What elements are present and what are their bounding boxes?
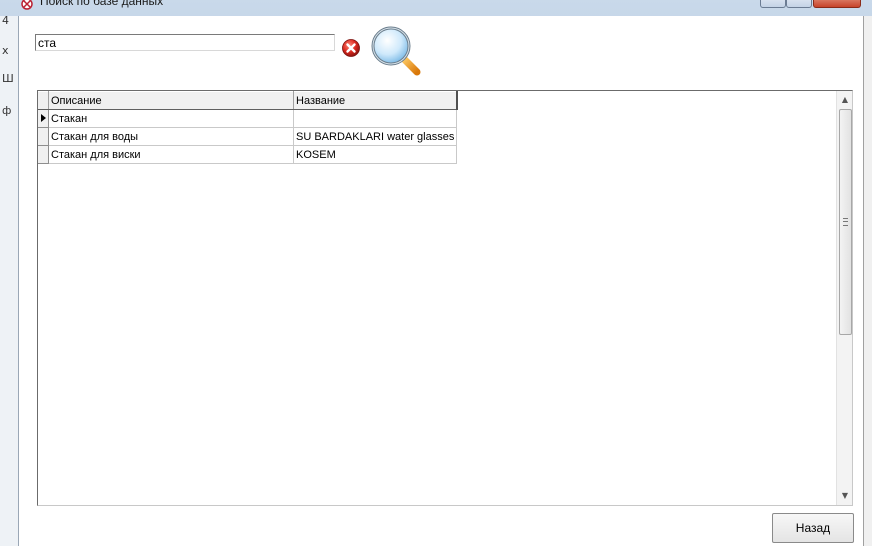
table-row[interactable]: Стакан bbox=[38, 109, 458, 128]
results-table: Описание Название Стакан Стакан для воды… bbox=[38, 91, 458, 164]
grid-header-row: Описание Название bbox=[38, 91, 458, 110]
window-title: Поиск по базе данных bbox=[40, 0, 164, 8]
table-row[interactable]: Стакан для воды SU BARDAKLARI water glas… bbox=[38, 127, 458, 146]
minimize-button[interactable] bbox=[760, 0, 786, 8]
clear-x-icon[interactable] bbox=[341, 38, 361, 58]
maximize-button[interactable] bbox=[786, 0, 812, 8]
cell-name[interactable] bbox=[293, 109, 458, 128]
cell-description[interactable]: Стакан bbox=[48, 109, 294, 128]
cell-description[interactable]: Стакан для воды bbox=[48, 127, 294, 146]
scroll-down-arrow-icon[interactable]: ▼ bbox=[837, 488, 852, 504]
column-header-name[interactable]: Название bbox=[293, 91, 458, 110]
magnifier-icon[interactable] bbox=[369, 24, 423, 78]
app-icon bbox=[21, 0, 33, 10]
bg-glyph: х bbox=[2, 44, 9, 57]
search-input[interactable] bbox=[35, 34, 335, 51]
dialog-client-area: Описание Название Стакан Стакан для воды… bbox=[18, 16, 864, 546]
close-button[interactable] bbox=[813, 0, 861, 8]
title-bar[interactable]: Поиск по базе данных bbox=[18, 0, 872, 16]
window-right-edge bbox=[863, 16, 872, 546]
cell-description[interactable]: Стакан для виски bbox=[48, 145, 294, 164]
row-indicator[interactable] bbox=[38, 109, 49, 128]
background-window-edge: 4 х Ш ф bbox=[0, 14, 19, 546]
current-row-arrow-icon bbox=[41, 114, 46, 122]
results-grid[interactable]: Описание Название Стакан Стакан для воды… bbox=[37, 90, 853, 506]
scroll-up-arrow-icon[interactable]: ▲ bbox=[837, 92, 852, 108]
column-header-description[interactable]: Описание bbox=[48, 91, 294, 110]
row-indicator[interactable] bbox=[38, 145, 49, 164]
cell-name[interactable]: KOSEM bbox=[293, 145, 458, 164]
back-button[interactable]: Назад bbox=[772, 513, 854, 543]
bg-glyph: 4 bbox=[2, 14, 9, 27]
vertical-scrollbar[interactable]: ▲ ▼ bbox=[836, 91, 852, 505]
grip-icon bbox=[843, 218, 848, 226]
cell-name[interactable]: SU BARDAKLARI water glasses bbox=[293, 127, 458, 146]
scroll-thumb[interactable] bbox=[839, 109, 852, 335]
table-row[interactable]: Стакан для виски KOSEM bbox=[38, 145, 458, 164]
bg-glyph: Ш bbox=[2, 72, 14, 85]
row-indicator[interactable] bbox=[38, 127, 49, 146]
row-indicator-header bbox=[38, 91, 49, 110]
bg-glyph: ф bbox=[2, 104, 12, 117]
